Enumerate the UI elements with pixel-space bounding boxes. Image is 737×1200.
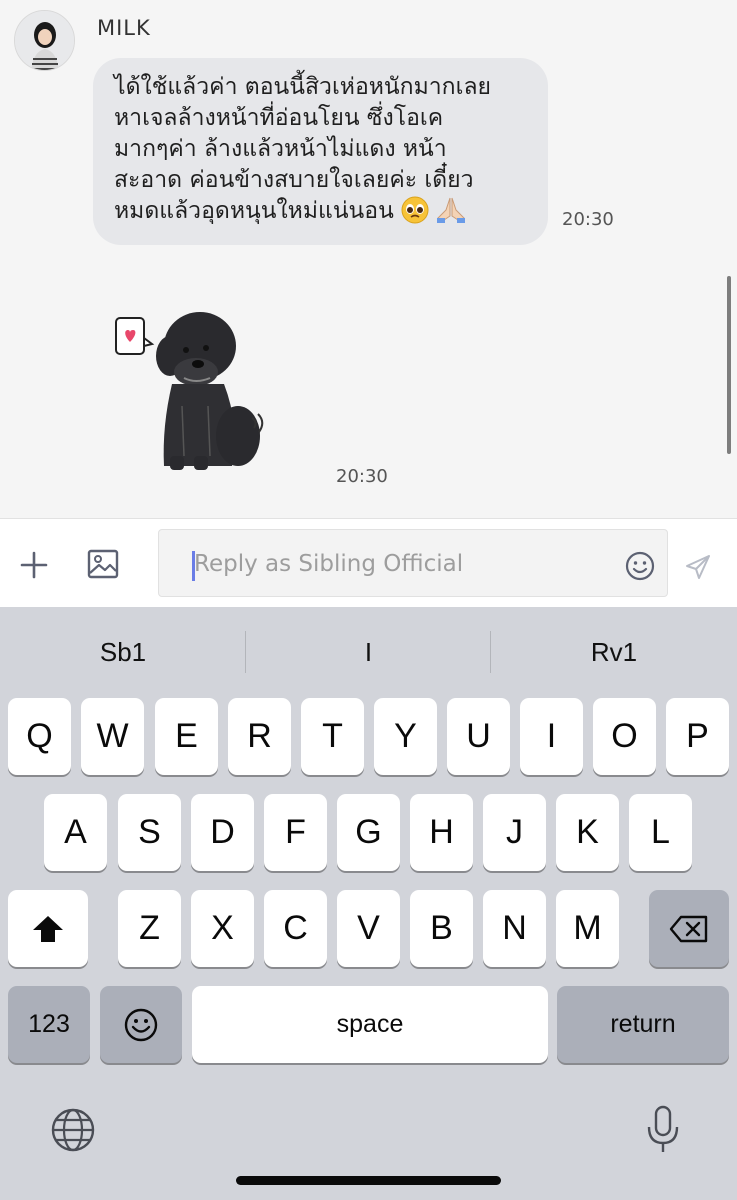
key-s[interactable]: S [118, 794, 181, 871]
sender-name: MILK [97, 16, 151, 40]
chat-area: MILK ได้ใช้แล้วค่า ตอนนี้สิวเห่อหนักมากเ… [0, 0, 737, 518]
key-h[interactable]: H [410, 794, 473, 871]
key-m[interactable]: M [556, 890, 619, 967]
shift-key[interactable] [8, 890, 88, 967]
key-r[interactable]: R [228, 698, 291, 775]
key-l[interactable]: L [629, 794, 692, 871]
key-p[interactable]: P [666, 698, 729, 775]
key-i[interactable]: I [520, 698, 583, 775]
key-w[interactable]: W [81, 698, 144, 775]
key-k[interactable]: K [556, 794, 619, 871]
message-composer: Reply as Sibling Official [0, 518, 737, 607]
key-v[interactable]: V [337, 890, 400, 967]
reply-placeholder: Reply as Sibling Official [194, 551, 464, 577]
backspace-icon [669, 915, 708, 942]
space-key[interactable]: space [192, 986, 548, 1063]
microphone-icon[interactable] [640, 1103, 686, 1157]
message-line: ได้ใช้แล้วค่า ตอนนี้สิวเห่อหนักมากเลย [114, 74, 492, 100]
key-z[interactable]: Z [118, 890, 181, 967]
message-line: หาเจลล้างหน้าที่อ่อนโยน ซึ่งโอเค [114, 105, 444, 131]
suggestion-3[interactable]: Rv1 [491, 607, 737, 697]
key-x[interactable]: X [191, 890, 254, 967]
key-c[interactable]: C [264, 890, 327, 967]
key-y[interactable]: Y [374, 698, 437, 775]
image-icon[interactable] [82, 543, 124, 585]
plus-icon[interactable] [14, 545, 54, 585]
chat-scrollbar[interactable] [727, 276, 731, 454]
return-key[interactable]: return [557, 986, 729, 1063]
reply-input[interactable]: Reply as Sibling Official [158, 529, 668, 597]
emoji-icon [124, 1008, 158, 1041]
home-indicator[interactable] [236, 1176, 501, 1185]
numbers-key[interactable]: 123 [8, 986, 90, 1063]
key-g[interactable]: G [337, 794, 400, 871]
key-n[interactable]: N [483, 890, 546, 967]
message-line: มากๆค่า ล้างแล้วหน้าไม่แดง หน้า [114, 136, 447, 162]
key-j[interactable]: J [483, 794, 546, 871]
shift-icon [33, 915, 63, 942]
key-t[interactable]: T [301, 698, 364, 775]
folded-hands-icon [436, 196, 466, 233]
message-line: สะอาด ค่อนข้างสบายใจเลยค่ะ เดี๋ยว [114, 167, 474, 193]
keyboard: Sb1 I Rv1 Q W E R T Y U I O P A S D F G … [0, 607, 737, 1200]
sticker-time: 20:30 [336, 466, 388, 487]
suggestion-bar: Sb1 I Rv1 [0, 607, 737, 697]
key-e[interactable]: E [155, 698, 218, 775]
message-line-last: หมดแล้วอุดหนุนใหม่แน่นอน [114, 196, 528, 233]
key-q[interactable]: Q [8, 698, 71, 775]
key-f[interactable]: F [264, 794, 327, 871]
suggestion-1[interactable]: Sb1 [0, 607, 246, 697]
delete-key[interactable] [649, 890, 729, 967]
key-a[interactable]: A [44, 794, 107, 871]
message-time: 20:30 [562, 209, 614, 230]
key-d[interactable]: D [191, 794, 254, 871]
dog-sticker[interactable] [112, 306, 272, 486]
send-icon[interactable] [680, 549, 716, 585]
key-u[interactable]: U [447, 698, 510, 775]
globe-icon[interactable] [48, 1105, 98, 1155]
message-line-text: หมดแล้วอุดหนุนใหม่แน่นอน [114, 198, 394, 224]
smiley-icon[interactable] [624, 550, 656, 582]
suggestion-2[interactable]: I [246, 607, 491, 697]
message-bubble[interactable]: ได้ใช้แล้วค่า ตอนนี้สิวเห่อหนักมากเลย หา… [93, 58, 548, 245]
emoji-key[interactable] [100, 986, 182, 1063]
key-b[interactable]: B [410, 890, 473, 967]
pleading-face-icon [401, 196, 429, 233]
sender-avatar[interactable] [14, 10, 75, 71]
key-o[interactable]: O [593, 698, 656, 775]
